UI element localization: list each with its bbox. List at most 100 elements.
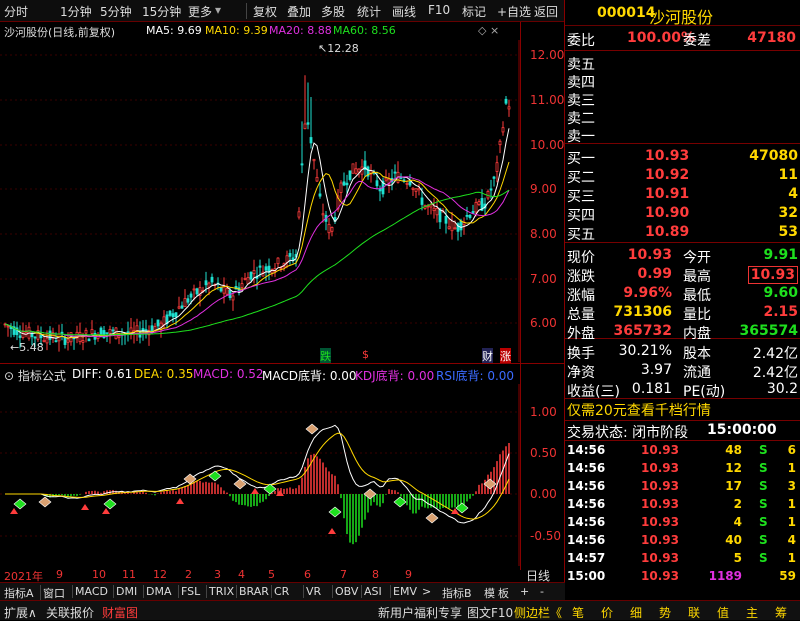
promo-link[interactable]: 仅需20元查看千档行情 [567,400,711,420]
indicator-name[interactable]: ⊙ 指标公式 [4,367,66,383]
indicator-tab[interactable]: 指标A [4,585,34,601]
nav-button[interactable]: 筹 [775,604,787,621]
nav-button[interactable]: 联 [688,604,700,621]
stat-row: 收益(三) 0.181 PE(动) 30.2 [567,381,798,400]
ma20-legend: MA20: 8.88 [269,24,332,37]
candle-body [477,201,481,205]
candle-body [432,207,436,212]
biaoji-button[interactable]: 标记 [462,3,486,20]
time-axis-label: 4 [238,568,245,581]
chevron-down-icon[interactable]: ▾ [215,3,221,17]
candle-body [177,306,181,309]
tick-row: 14:56 10.93 4 S 1 [567,515,796,529]
tongji-button[interactable]: 统计 [357,3,381,20]
indicator-tab[interactable]: > [422,585,431,598]
indicator-tab[interactable]: EMV [390,585,417,598]
signal-diamond [328,506,342,518]
indicator-tab[interactable]: CR [271,585,289,598]
price-axis-label: 10.00 [530,138,565,152]
indicator-tab[interactable]: BRAR [236,585,269,598]
candle-body [492,176,496,179]
indicator-tab[interactable]: ASI [361,585,382,598]
candle-body [474,201,478,213]
back-button[interactable]: 返回 [534,3,558,20]
candle-body [39,334,43,339]
indicator-tab[interactable]: 模 [484,585,495,601]
f10-graphic-button[interactable]: 图文F10 [467,604,513,621]
nav-button[interactable]: 主 [746,604,758,621]
candle-body [303,123,307,130]
candle-body [63,337,67,345]
quote-panel: 000014 沙河股份 委比 100.00% 委差 47180 仅需20元查看千… [565,0,800,600]
settings-diamond-icon[interactable]: ◇ × [478,24,499,40]
new-user-promo[interactable]: 新用户福利专享 [378,604,462,621]
candle-body [162,316,166,326]
candle-body [438,208,442,223]
fuquan-button[interactable]: 复权 [253,3,277,20]
candle-body [342,181,346,186]
signal-diamond [425,512,439,524]
ma-line [4,176,510,338]
candle-body [411,187,415,190]
indicator-tab[interactable]: 板 [498,585,509,601]
nav-button[interactable]: 势 [659,604,671,621]
tab-15min[interactable]: 15分钟 [142,3,181,20]
time-axis-label: 3 [214,568,221,581]
candle-body [210,276,214,283]
ask-row: 卖一 [567,129,595,145]
candle-body [393,171,397,174]
indicator-tab[interactable]: OBV [332,585,358,598]
candle-body [195,288,199,295]
cai-marker: 财 [482,348,493,364]
duogu-button[interactable]: 多股 [321,3,345,20]
add-watchlist-button[interactable]: +自选 [497,3,531,20]
indicator-tab[interactable]: 指标B [442,585,472,601]
indicator-tab[interactable]: 窗口 [40,585,65,601]
kline-chart[interactable] [0,40,520,362]
macd-chart[interactable] [0,384,520,566]
indicator-tab[interactable]: FSL [178,585,200,598]
candle-body [18,335,22,338]
nav-button[interactable]: 笔 [572,604,584,621]
candle-body [486,191,490,199]
tab-fenshi[interactable]: 分时 [4,3,28,20]
tab-more[interactable]: 更多 [188,3,212,20]
candle-body [45,337,49,344]
nav-button[interactable]: 价 [601,604,613,621]
sidebar-button[interactable]: 侧边栏《 [514,604,562,621]
candle-body [339,182,343,193]
candle-body [246,276,250,285]
low-label: ←5.48 [10,341,44,354]
f10-button[interactable]: F10 [428,3,450,17]
expand-button[interactable]: 扩展∧ [4,604,37,621]
indicator-tab[interactable]: TRIX [206,585,234,598]
wealth-chart-button[interactable]: 财富图 [102,604,138,621]
candle-body [87,338,91,342]
signal-diamond [103,498,117,510]
time-axis-label: 8 [372,568,379,581]
related-quote-button[interactable]: 关联报价 [46,604,94,621]
candle-body [354,168,358,174]
indicator-tab[interactable]: - [540,585,544,598]
indicator-tab[interactable]: DMI [113,585,137,598]
indicator-tab[interactable]: MACD [72,585,108,598]
nav-button[interactable]: 值 [717,604,729,621]
huaxian-button[interactable]: 画线 [392,3,416,20]
tab-5min[interactable]: 5分钟 [100,3,132,20]
candle-body [144,329,148,332]
nav-button[interactable]: 细 [630,604,642,621]
tick-row: 14:56 10.93 40 S 4 [567,533,796,547]
ma-line [4,128,510,340]
candle-body [459,220,463,231]
stock-title: 000014 沙河股份 [565,0,800,27]
candle-body [309,137,313,144]
tab-1min[interactable]: 1分钟 [60,3,92,20]
time-axis-label: 2 [185,568,192,581]
indicator-tab[interactable]: DMA [143,585,172,598]
kdj-bottom-legend: KDJ底背: 0.00 [355,369,435,383]
diejia-button[interactable]: 叠加 [287,3,311,20]
indicator-tab[interactable]: VR [303,585,321,598]
candle-body [465,214,469,217]
buy-arrow [251,488,259,494]
indicator-tab[interactable]: + [520,585,529,598]
